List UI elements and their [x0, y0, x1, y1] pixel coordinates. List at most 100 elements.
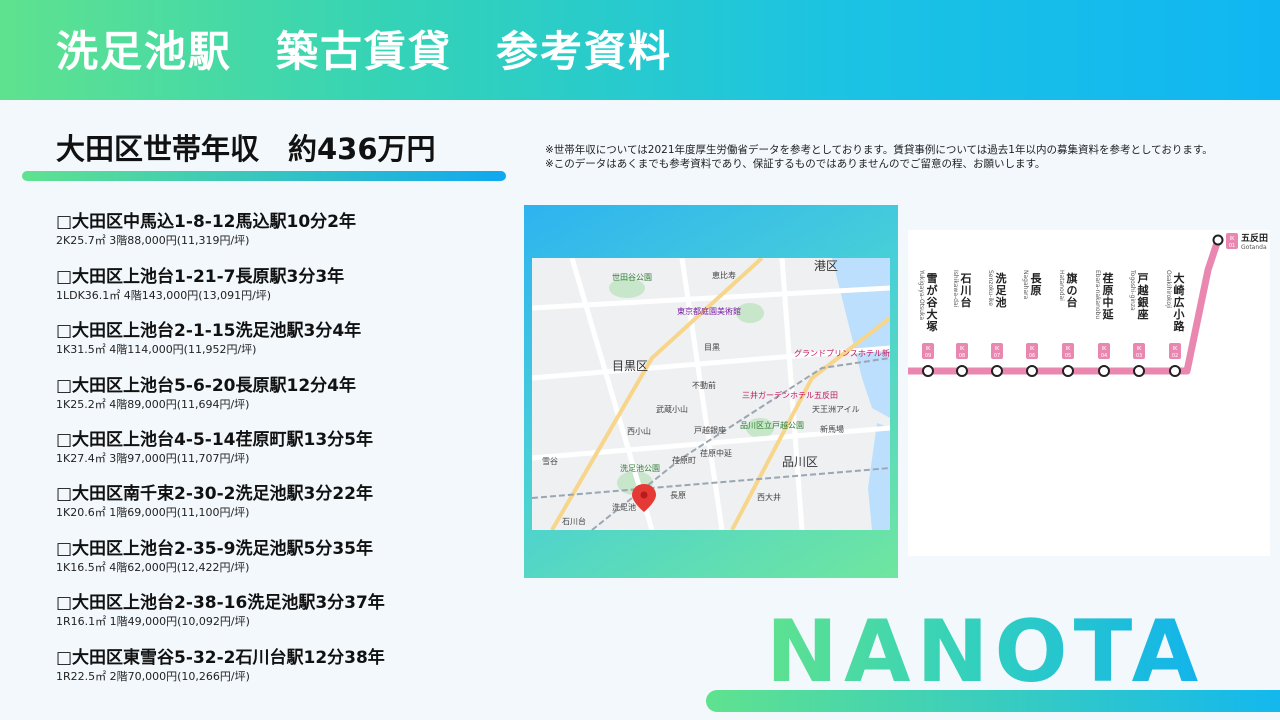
terminal-name: 五反田: [1241, 232, 1268, 244]
map-label: グランドプリンスホテル新高輪: [794, 348, 890, 358]
station-code: 04: [1101, 353, 1107, 359]
station-line-code: IK: [995, 346, 1000, 352]
station-dot: [922, 365, 934, 377]
map-label: 三井ガーデンホテル五反田: [742, 390, 838, 400]
station-code: 08: [959, 353, 965, 359]
station-roman: Hatanodai: [1058, 270, 1065, 301]
station-code: 05: [1065, 353, 1071, 359]
listing-detail: 1K16.5㎡ 4階62,000円(12,422円/坪): [56, 561, 250, 574]
station-line-code: IK: [1066, 346, 1071, 352]
listing-item: □大田区上池台1-21-7長原駅3分3年 1LDK36.1㎡ 4階143,000…: [56, 266, 344, 303]
map-label: 港区: [814, 259, 838, 273]
page-title: 洗足池駅 築古賃貸 参考資料: [56, 27, 673, 76]
station-name-char: 谷: [927, 295, 939, 309]
station-name-char: 旗: [1067, 271, 1078, 285]
map-label: 洗足池: [612, 502, 636, 512]
station-line-code: IK: [926, 346, 931, 352]
map-label: 荏原町: [672, 456, 696, 465]
station-name-char: 越: [1137, 283, 1150, 297]
station-name-char: 広: [1174, 295, 1185, 309]
map-label: 目黒: [704, 343, 720, 352]
station-line-code: IK: [1230, 236, 1235, 242]
station-name-char: 延: [1102, 307, 1115, 321]
listing-title: □大田区中馬込1-8-12馬込駅10分2年: [56, 212, 356, 232]
map-label: 不動前: [692, 380, 716, 390]
station-dot: [1212, 234, 1224, 246]
map-label: 武蔵小山: [656, 404, 688, 414]
station-roman: Ishikawa-dai: [952, 270, 959, 308]
area-map[interactable]: 目黒区 品川区 港区 世田谷公園 東京都庭園美術館 三井ガーデンホテル五反田 グ…: [532, 258, 890, 530]
map-canvas: 目黒区 品川区 港区 世田谷公園 東京都庭園美術館 三井ガーデンホテル五反田 グ…: [532, 258, 890, 530]
station-name-char: が: [927, 283, 938, 297]
station-name-char: 路: [1174, 319, 1186, 333]
listing-item: □大田区東雪谷5-32-2石川台駅12分38年 1R22.5㎡ 2階70,000…: [56, 647, 385, 684]
map-label: 洗足池公園: [620, 463, 660, 473]
station-name-char: 台: [1067, 295, 1078, 309]
map-label: 西小山: [627, 426, 651, 436]
listing-item: □大田区上池台2-38-16洗足池駅3分37年 1R16.1㎡ 1階49,000…: [56, 592, 385, 629]
map-label: 世田谷公園: [612, 272, 652, 282]
map-label: 長原: [670, 491, 686, 500]
route-diagram: 雪が谷大塚 Yukigaya-Otsuka IK 09 石川台 Ishikawa-dai I…: [908, 230, 1270, 556]
listing-title: □大田区上池台2-1-15洗足池駅3分4年: [56, 321, 362, 341]
station-dot: [956, 365, 968, 377]
listing-item: □大田区上池台5-6-20長原駅12分4年 1K25.2㎡ 4階89,000円(…: [56, 375, 356, 412]
map-label: 恵比寿: [712, 270, 736, 280]
map-label: 石川台: [562, 516, 586, 526]
station-name-char: 塚: [927, 319, 938, 333]
station-name-char: 銀: [1138, 295, 1149, 309]
listing-detail: 1K20.6㎡ 1階69,000円(11,100円/坪): [56, 506, 250, 519]
listing-item: □大田区南千束2-30-2洗足池駅3分22年 1K20.6㎡ 1階69,000円…: [56, 483, 373, 520]
brand-underline: [706, 690, 1280, 712]
note-line: ※このデータはあくまでも参考資料であり、保証するものではありませんのでご留意の程…: [545, 158, 1046, 170]
station-code: 07: [994, 353, 1000, 359]
map-label: 西大井: [757, 492, 781, 502]
map-label: 天王洲アイル: [812, 405, 860, 414]
map-label: 雪谷: [542, 457, 558, 466]
station-roman: Nagahara: [1022, 270, 1029, 300]
station-line-code: IK: [1173, 346, 1178, 352]
listing-item: □大田区上池台4-5-14荏原町駅13分5年 1K27.4㎡ 3階97,000円…: [56, 429, 373, 466]
station-name-char: 洗: [996, 271, 1007, 285]
listing-title: □大田区上池台2-35-9洗足池駅5分35年: [56, 539, 373, 559]
station-line-code: IK: [1102, 346, 1107, 352]
station-dot: [1026, 365, 1038, 377]
station-code: 01: [1229, 243, 1235, 249]
station-roman: Yukigaya-Otsuka: [918, 269, 925, 320]
listing-item: □大田区中馬込1-8-12馬込駅10分2年 2K25.7㎡ 3階88,000円(…: [56, 211, 356, 248]
brand-logo: NANOTA: [766, 602, 1205, 702]
listing-title: □大田区上池台1-21-7長原駅3分3年: [56, 267, 345, 287]
station-code: 03: [1136, 353, 1142, 359]
station-line-code: IK: [960, 346, 965, 352]
station-code: 06: [1029, 353, 1035, 359]
listing-detail: 1K27.4㎡ 3階97,000円(11,707円/坪): [56, 452, 250, 465]
listing-title: □大田区上池台5-6-20長原駅12分4年: [56, 376, 356, 396]
station-code: 02: [1172, 353, 1178, 359]
map-label: 東京都庭園美術館: [677, 306, 741, 316]
station-roman: Osakihirokoji: [1165, 270, 1172, 309]
map-label: 荏原中延: [700, 448, 732, 458]
listing-detail: 1K25.2㎡ 4階89,000円(11,694円/坪): [56, 398, 250, 411]
station-dot: [1169, 365, 1181, 377]
listing-detail: 1K31.5㎡ 4階114,000円(11,952円/坪): [56, 343, 257, 356]
listing-item: □大田区上池台2-35-9洗足池駅5分35年 1K16.5㎡ 4階62,000円…: [56, 538, 373, 575]
income-underline: [22, 171, 506, 181]
terminal-roman: Gotanda: [1241, 244, 1267, 251]
map-label: 戸越銀座: [694, 425, 726, 435]
listing-title: □大田区上池台2-38-16洗足池駅3分37年: [56, 593, 385, 613]
station-line-code: IK: [1030, 346, 1035, 352]
station-name-char: 大: [1174, 271, 1185, 285]
station-dot: [991, 365, 1003, 377]
station-dot: [1098, 365, 1110, 377]
station-name-char: 池: [996, 295, 1007, 309]
map-label: 目黒区: [612, 359, 648, 373]
station-dot: [1133, 365, 1145, 377]
station-name-char: 台: [961, 295, 972, 309]
map-label: 品川区: [782, 455, 818, 469]
station-dot: [1062, 365, 1074, 377]
listing-title: □大田区東雪谷5-32-2石川台駅12分38年: [56, 648, 385, 668]
header-banner: 洗足池駅 築古賃貸 参考資料: [0, 0, 1280, 100]
station-name-char: 中: [1103, 295, 1114, 309]
station-roman: Togoshi-ginza: [1129, 269, 1136, 311]
listing-title: □大田区南千束2-30-2洗足池駅3分22年: [56, 484, 373, 504]
